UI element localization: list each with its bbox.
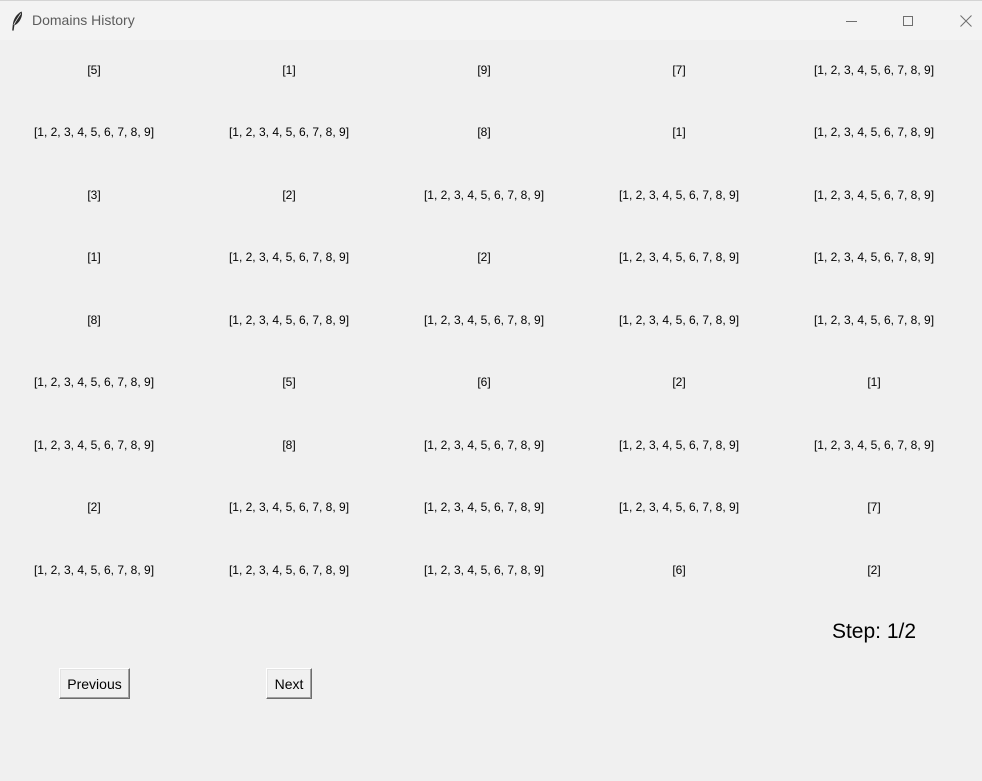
domain-cell: [1, 2, 3, 4, 5, 6, 7, 8, 9] xyxy=(618,250,740,264)
domain-cell: [5] xyxy=(87,63,101,77)
domain-cell: [1, 2, 3, 4, 5, 6, 7, 8, 9] xyxy=(618,313,740,327)
domain-cell: [1, 2, 3, 4, 5, 6, 7, 8, 9] xyxy=(423,563,545,577)
domain-cell: [1] xyxy=(672,125,686,139)
domain-cell: [1, 2, 3, 4, 5, 6, 7, 8, 9] xyxy=(813,125,935,139)
domain-cell: [1, 2, 3, 4, 5, 6, 7, 8, 9] xyxy=(228,500,350,514)
step-label: Step: 1/2 xyxy=(831,620,917,643)
title-bar: Domains History xyxy=(0,0,982,40)
domain-cell: [1, 2, 3, 4, 5, 6, 7, 8, 9] xyxy=(33,125,155,139)
previous-button[interactable]: Previous xyxy=(59,668,130,699)
window-title: Domains History xyxy=(32,12,135,28)
domain-cell: [2] xyxy=(477,250,491,264)
maximize-icon xyxy=(903,16,913,26)
next-button[interactable]: Next xyxy=(266,668,312,699)
domain-cell: [1, 2, 3, 4, 5, 6, 7, 8, 9] xyxy=(618,438,740,452)
domain-cell: [1, 2, 3, 4, 5, 6, 7, 8, 9] xyxy=(618,188,740,202)
feather-icon xyxy=(12,11,23,31)
minimize-icon xyxy=(845,20,857,22)
domain-cell: [1, 2, 3, 4, 5, 6, 7, 8, 9] xyxy=(423,500,545,514)
domain-cell: [1, 2, 3, 4, 5, 6, 7, 8, 9] xyxy=(33,438,155,452)
domain-cell: [9] xyxy=(477,63,491,77)
domain-cell: [2] xyxy=(87,500,101,514)
domain-cell: [1, 2, 3, 4, 5, 6, 7, 8, 9] xyxy=(813,438,935,452)
close-button[interactable] xyxy=(937,1,982,41)
domain-cell: [6] xyxy=(672,563,686,577)
domain-cell: [1, 2, 3, 4, 5, 6, 7, 8, 9] xyxy=(228,563,350,577)
domain-cell: [2] xyxy=(672,375,686,389)
domain-cell: [1, 2, 3, 4, 5, 6, 7, 8, 9] xyxy=(813,313,935,327)
domain-cell: [7] xyxy=(672,63,686,77)
domain-cell: [1, 2, 3, 4, 5, 6, 7, 8, 9] xyxy=(813,63,935,77)
domain-cell: [1, 2, 3, 4, 5, 6, 7, 8, 9] xyxy=(228,125,350,139)
minimize-button[interactable] xyxy=(822,1,880,41)
domain-cell: [1, 2, 3, 4, 5, 6, 7, 8, 9] xyxy=(618,500,740,514)
domain-cell: [3] xyxy=(87,188,101,202)
domain-cell: [1, 2, 3, 4, 5, 6, 7, 8, 9] xyxy=(813,250,935,264)
close-icon xyxy=(960,15,972,27)
domain-cell: [1] xyxy=(87,250,101,264)
domain-cell: [1, 2, 3, 4, 5, 6, 7, 8, 9] xyxy=(423,438,545,452)
domain-cell: [7] xyxy=(867,500,881,514)
domain-cell: [1] xyxy=(282,63,296,77)
domain-cell: [1, 2, 3, 4, 5, 6, 7, 8, 9] xyxy=(33,375,155,389)
domain-cell: [2] xyxy=(867,563,881,577)
domain-cell: [1, 2, 3, 4, 5, 6, 7, 8, 9] xyxy=(228,250,350,264)
domain-cell: [5] xyxy=(282,375,296,389)
domain-cell: [8] xyxy=(87,313,101,327)
domain-cell: [1, 2, 3, 4, 5, 6, 7, 8, 9] xyxy=(33,563,155,577)
domain-cell: [1, 2, 3, 4, 5, 6, 7, 8, 9] xyxy=(423,188,545,202)
domain-cell: [1, 2, 3, 4, 5, 6, 7, 8, 9] xyxy=(228,313,350,327)
maximize-button[interactable] xyxy=(879,1,937,41)
domain-cell: [8] xyxy=(282,438,296,452)
domain-cell: [6] xyxy=(477,375,491,389)
domain-cell: [1, 2, 3, 4, 5, 6, 7, 8, 9] xyxy=(813,188,935,202)
domain-cell: [8] xyxy=(477,125,491,139)
domain-cell: [1] xyxy=(867,375,881,389)
domain-cell: [1, 2, 3, 4, 5, 6, 7, 8, 9] xyxy=(423,313,545,327)
domain-cell: [2] xyxy=(282,188,296,202)
